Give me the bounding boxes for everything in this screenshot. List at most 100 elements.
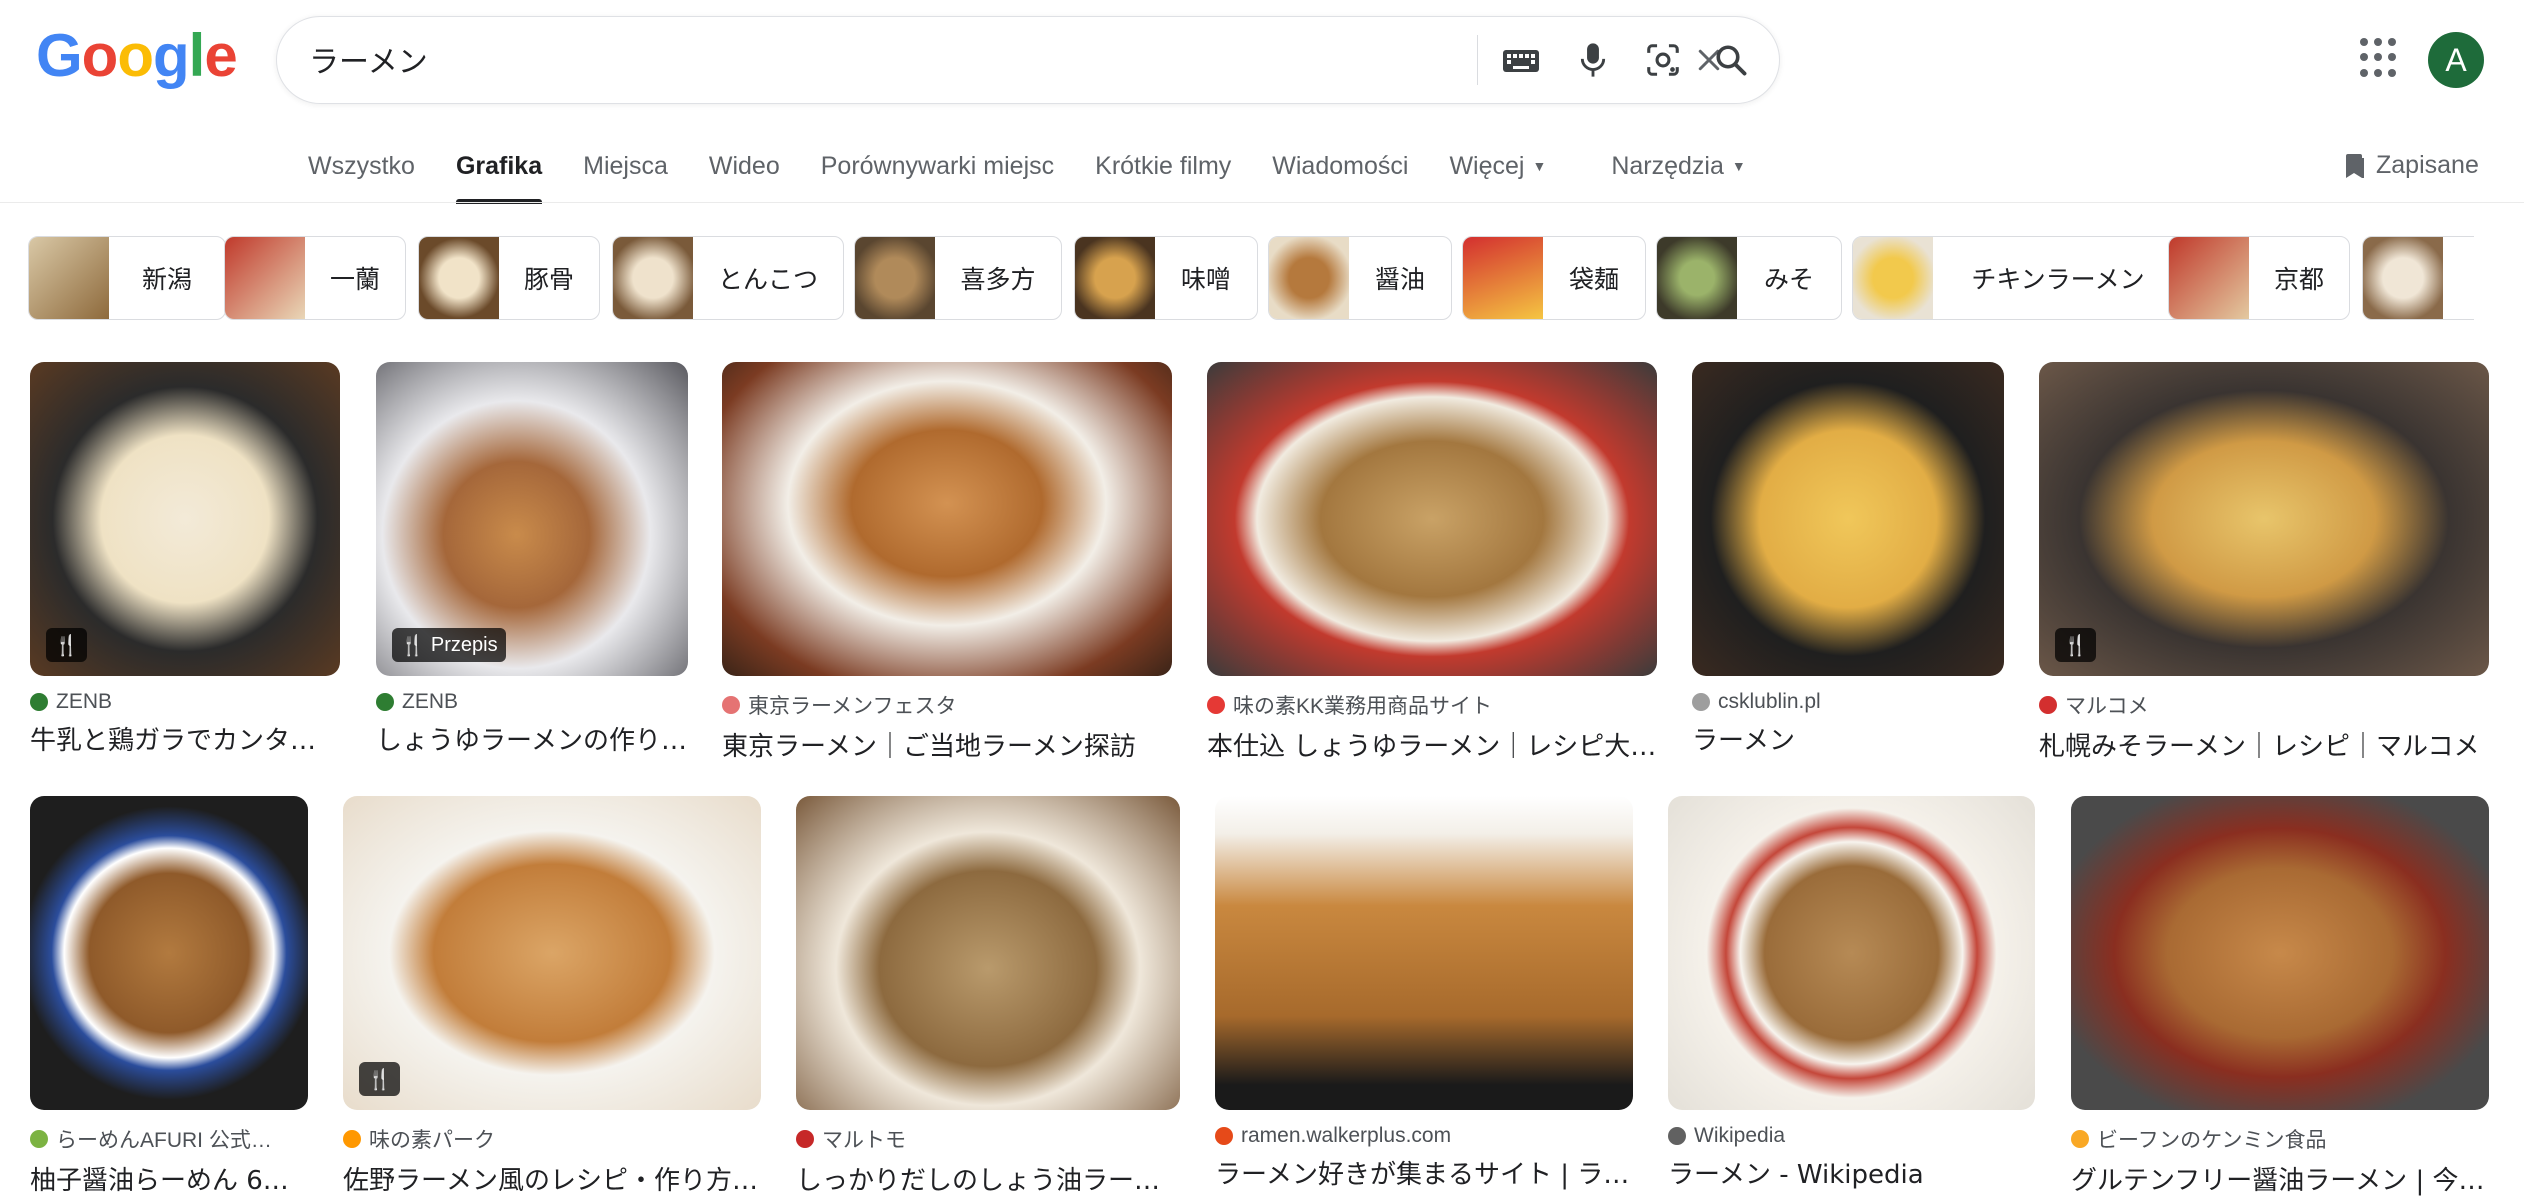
result-title[interactable]: 佐野ラーメン風のレシピ・作り方… — [343, 1160, 761, 1197]
image-result[interactable]: 🍴 ZENB 牛乳と鶏ガラでカンタ… — [30, 362, 340, 757]
chip-thumb — [1853, 237, 1933, 319]
result-title[interactable]: 本仕込 しょうゆラーメン｜レシピ大… — [1207, 726, 1657, 763]
image-result[interactable]: 🍴 マルコメ 札幌みそラーメン｜レシピ｜マルコメ — [2039, 362, 2489, 763]
result-source: csklublin.pl — [1718, 690, 1821, 713]
image-result[interactable]: 東京ラーメンフェスタ 東京ラーメン｜ご当地ラーメン探訪 — [722, 362, 1172, 763]
tab-place-compare[interactable]: Porównywarki miejsc — [821, 146, 1054, 202]
result-image: 🍴 — [2039, 362, 2489, 676]
tab-more[interactable]: Więcej ▼ — [1449, 146, 1546, 202]
site-favicon — [1207, 696, 1225, 714]
image-result[interactable]: らーめんAFURI 公式… 柚子醤油らーめん 6… — [30, 796, 308, 1197]
site-favicon — [796, 1130, 814, 1148]
tab-all[interactable]: Wszystko — [308, 146, 415, 202]
chip-niigata[interactable]: 新潟 — [28, 236, 226, 320]
search-box — [276, 16, 1780, 104]
result-title[interactable]: 東京ラーメン｜ご当地ラーメン探訪 — [722, 726, 1172, 763]
site-favicon — [2039, 696, 2057, 714]
site-favicon — [30, 693, 48, 711]
image-result[interactable]: 🍴 Przepis ZENB しょうゆラーメンの作り… — [376, 362, 688, 757]
bookmark-icon — [2346, 153, 2364, 178]
site-favicon — [1668, 1127, 1686, 1145]
tab-tools[interactable]: Narzędzia ▼ — [1611, 146, 1745, 202]
image-result[interactable]: ビーフンのケンミン食品 グルテンフリー醤油ラーメン | 今… — [2071, 796, 2489, 1197]
result-title[interactable]: 牛乳と鶏ガラでカンタ… — [30, 720, 340, 757]
result-title[interactable]: しっかりだしのしょう油ラー… — [796, 1160, 1180, 1197]
microphone-icon[interactable] — [1571, 38, 1615, 82]
chip-label: 一蘭 — [329, 265, 380, 294]
chip-label: みそ — [1763, 265, 1814, 294]
chip-tonkotsu-kanji[interactable]: 豚骨 — [418, 236, 600, 320]
keyboard-icon[interactable] — [1499, 38, 1543, 82]
chip-miso-kanji[interactable]: 味噌 — [1074, 236, 1258, 320]
saved-link[interactable]: Zapisane — [2344, 151, 2479, 180]
chip-label: 袋麺 — [1568, 265, 1619, 294]
result-title[interactable]: ラーメン — [1692, 720, 2004, 757]
site-favicon — [722, 696, 740, 714]
lens-camera-icon[interactable] — [1641, 38, 1685, 82]
tab-images[interactable]: Grafika — [455, 146, 543, 204]
chip-kyoto[interactable]: 京都 — [2168, 236, 2350, 320]
image-result[interactable]: Wikipedia ラーメン - Wikipedia — [1668, 796, 2035, 1191]
chip-thumb — [1657, 237, 1737, 319]
chip-tonkotsu-kana[interactable]: とんこつ — [612, 236, 844, 320]
chip-label: l — [2443, 264, 2474, 293]
image-result[interactable]: マルトモ しっかりだしのしょう油ラー… — [796, 796, 1180, 1197]
chip-label: とんこつ — [717, 265, 818, 294]
result-image — [722, 362, 1172, 676]
site-favicon — [376, 693, 394, 711]
result-title[interactable]: ラーメン - Wikipedia — [1668, 1154, 2035, 1191]
chip-thumb — [29, 237, 109, 319]
chip-kitakata[interactable]: 喜多方 — [854, 236, 1062, 320]
chip-label: 醤油 — [1374, 265, 1425, 294]
result-image — [796, 796, 1180, 1110]
result-source: らーめんAFURI 公式… — [56, 1129, 272, 1152]
fork-knife-icon: 🍴 — [367, 1068, 392, 1091]
search-icon[interactable] — [1709, 38, 1753, 82]
site-favicon — [1692, 693, 1710, 711]
recipe-badge: 🍴 — [2055, 628, 2096, 662]
tab-places[interactable]: Miejsca — [583, 146, 668, 202]
result-image: 🍴 — [343, 796, 761, 1110]
tab-news[interactable]: Wiadomości — [1272, 146, 1408, 202]
result-source: ZENB — [56, 690, 113, 713]
chip-thumb — [225, 237, 305, 319]
chip-label: チキンラーメン — [1971, 265, 2145, 294]
google-logo[interactable]: Google — [36, 26, 238, 86]
tab-video[interactable]: Wideo — [709, 146, 780, 202]
search-input[interactable] — [309, 35, 1369, 83]
tab-short-videos[interactable]: Krótkie filmy — [1095, 146, 1231, 202]
chip-fukuromen[interactable]: 袋麺 — [1462, 236, 1646, 320]
search-tabs: Wszystko Grafika Miejsca Wideo Porównywa… — [308, 146, 1787, 204]
chip-thumb — [1463, 237, 1543, 319]
search-separator — [1477, 35, 1478, 85]
result-title[interactable]: ラーメン好きが集まるサイト | ラ… — [1215, 1154, 1633, 1191]
chevron-down-icon: ▼ — [1532, 158, 1547, 174]
recipe-badge: 🍴 Przepis — [392, 628, 506, 662]
result-source: ビーフンのケンミン食品 — [2097, 1129, 2327, 1152]
result-title[interactable]: グルテンフリー醤油ラーメン | 今… — [2071, 1160, 2489, 1197]
chip-thumb — [855, 237, 935, 319]
result-title[interactable]: しょうゆラーメンの作り… — [376, 720, 688, 757]
chip-shoyu[interactable]: 醤油 — [1268, 236, 1452, 320]
result-source: ZENB — [402, 690, 459, 713]
image-result[interactable]: 🍴 味の素パーク 佐野ラーメン風のレシピ・作り方… — [343, 796, 761, 1197]
result-image — [1692, 362, 2004, 676]
chip-ichiran[interactable]: 一蘭 — [224, 236, 406, 320]
chip-thumb — [2363, 237, 2443, 319]
chip-thumb — [2169, 237, 2249, 319]
result-title[interactable]: 柚子醤油らーめん 6… — [30, 1160, 308, 1197]
chip-partial[interactable]: l — [2362, 236, 2474, 320]
chip-chicken-ramen[interactable]: チキンラーメン — [1852, 236, 2184, 320]
avatar[interactable]: A — [2428, 32, 2484, 88]
image-result[interactable]: csklublin.pl ラーメン — [1692, 362, 2004, 757]
result-title[interactable]: 札幌みそラーメン｜レシピ｜マルコメ — [2039, 726, 2489, 763]
image-result[interactable]: 味の素KK業務用商品サイト 本仕込 しょうゆラーメン｜レシピ大… — [1207, 362, 1657, 763]
site-favicon — [343, 1130, 361, 1148]
apps-grid-icon[interactable] — [2360, 38, 2400, 78]
chip-label: 味噌 — [1180, 265, 1231, 294]
image-result[interactable]: ramen.walkerplus.com ラーメン好きが集まるサイト | ラ… — [1215, 796, 1633, 1191]
chevron-down-icon: ▼ — [1731, 158, 1746, 174]
result-source: ramen.walkerplus.com — [1241, 1124, 1452, 1147]
related-chips: 新潟 一蘭 豚骨 とんこつ 喜多方 味噌 醤油 袋麺 みそ チキンラーメン 京都… — [28, 236, 2474, 322]
chip-miso-kana[interactable]: みそ — [1656, 236, 1842, 320]
